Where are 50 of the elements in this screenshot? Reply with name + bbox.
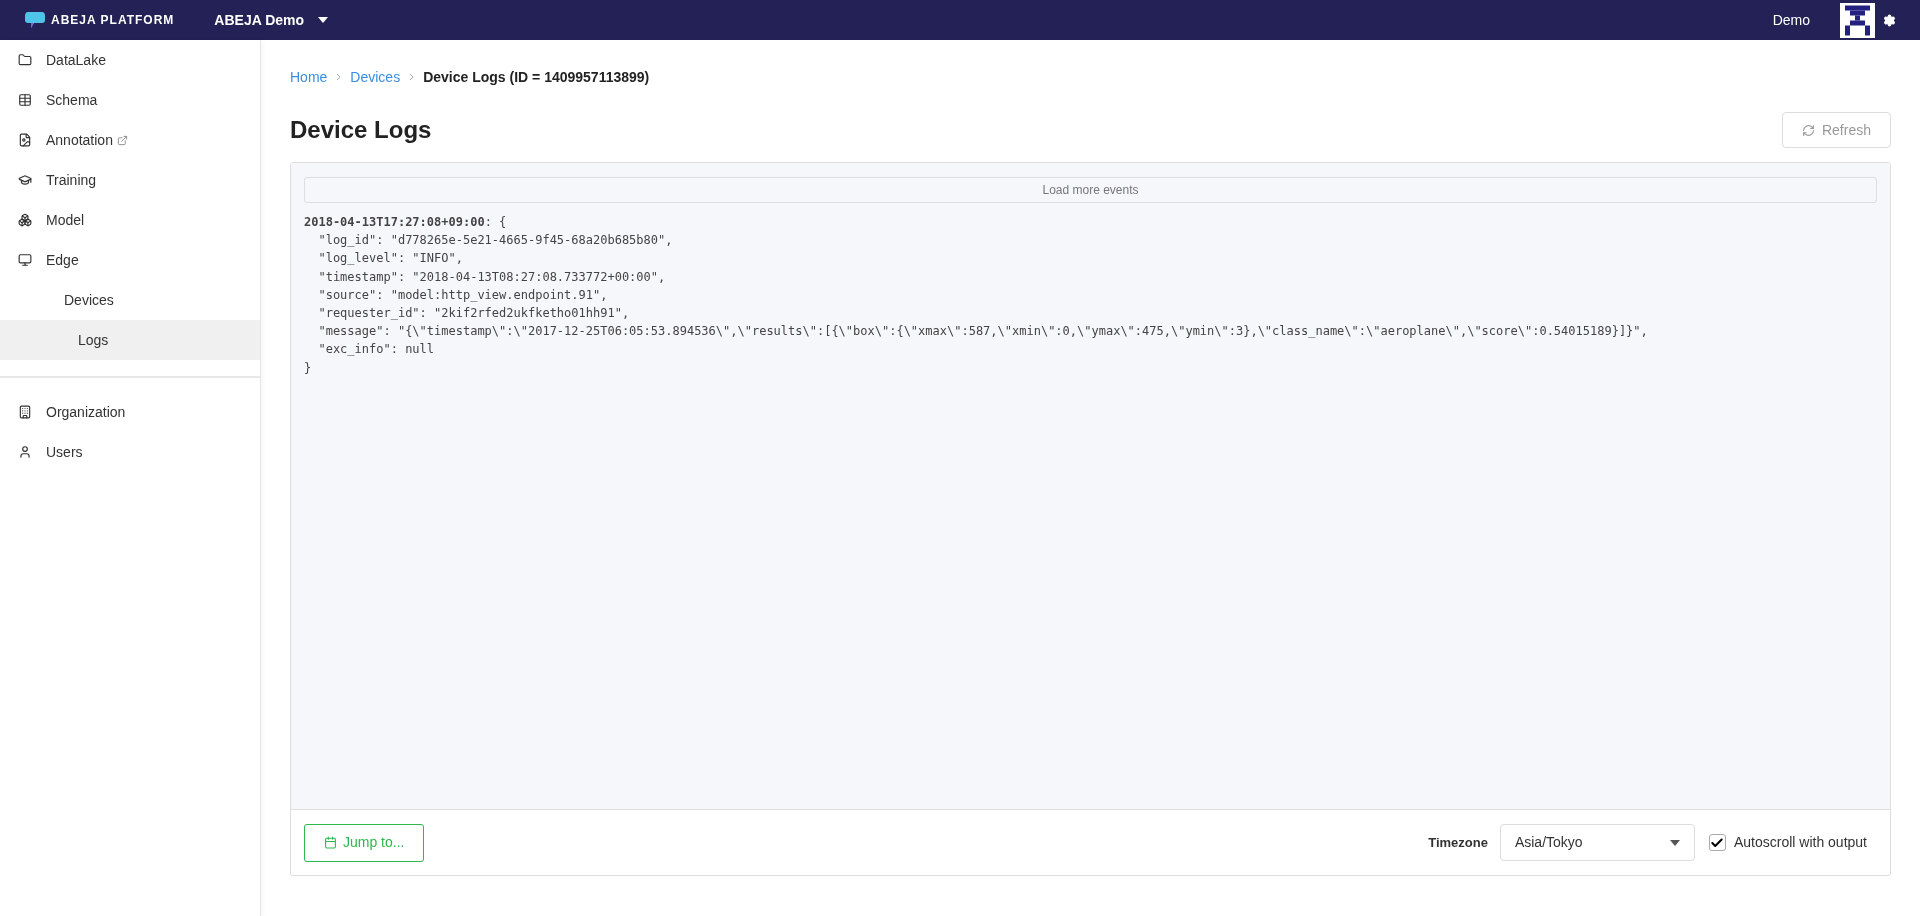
folder-icon <box>18 53 32 67</box>
organization-dropdown[interactable]: ABEJA Demo <box>214 9 329 31</box>
sidebar-item[interactable]: Training <box>0 160 260 200</box>
load-more-button[interactable]: Load more events <box>304 177 1877 203</box>
breadcrumb-link[interactable]: Home <box>290 66 328 88</box>
breadcrumb-link[interactable]: Devices <box>350 66 401 88</box>
timezone-label: Timezone <box>1428 833 1488 852</box>
caret-icon <box>318 17 329 23</box>
boxes-icon <box>18 213 32 227</box>
sidebar-item[interactable]: Logs <box>0 320 260 360</box>
sidebar-item[interactable]: Schema <box>0 80 260 120</box>
log-line: "timestamp": "2018-04-13T08:27:08.733772+00:00", <box>317 268 666 286</box>
calendar-icon <box>324 836 337 849</box>
page-title: Device Logs <box>290 115 432 145</box>
chevron-right-icon <box>409 73 415 81</box>
image-file-icon <box>18 133 32 147</box>
table-icon <box>18 93 32 107</box>
log-line: "requester_id": "2kif2rfed2ukfketho01hh91", <box>317 305 630 322</box>
monitor-icon <box>18 253 32 267</box>
sidebar-item[interactable]: Devices <box>0 280 260 320</box>
log-line: "log_id": "d778265e-5e21-4665-9f45-68a20b685b80", <box>317 232 673 250</box>
sidebar-item[interactable]: Users <box>0 432 260 472</box>
graduation-cap-icon <box>18 173 32 187</box>
log-line: "exc_info": null <box>317 341 435 359</box>
check-icon <box>1710 835 1725 850</box>
sidebar-item[interactable]: Organization <box>0 392 260 432</box>
sidebar-item[interactable]: Edge <box>0 240 260 280</box>
sidebar-item[interactable]: Model <box>0 200 260 240</box>
sidebar-item[interactable]: DataLake <box>0 40 260 80</box>
speech-bubble-logo-icon <box>24 11 46 29</box>
caret-icon <box>1669 839 1680 846</box>
autoscroll-checkbox[interactable] <box>1708 834 1726 851</box>
user-name: Demo <box>1772 10 1810 30</box>
settings-icon[interactable] <box>1883 13 1896 27</box>
log-line: 2018-04-13T17:27:08+09:00: { <box>304 214 507 231</box>
sidebar-item[interactable]: Annotation <box>0 120 260 160</box>
avatar-pattern-icon[interactable] <box>1840 2 1875 38</box>
log-line: "log_level": "INFO", <box>317 250 463 268</box>
timezone-select[interactable]: Asia/Tokyo <box>1499 824 1695 861</box>
autoscroll-label: Autoscroll with output <box>1733 833 1867 852</box>
log-line: "source": "model:http_view.endpoint.91", <box>317 286 608 304</box>
chevron-right-icon <box>336 73 342 81</box>
brand-name: ABEJA PLATFORM <box>51 12 175 29</box>
external-link-icon <box>116 134 128 146</box>
building-icon <box>18 405 32 419</box>
log-line: "message": "{\"timestamp\":\"2017-12-25T06:05:53.894536\",\"results\":[{\"box\":{\"xmax\":587,\"xmin\":0,\"ymax\":475,\"ymin\":3},\"class_name\":\"aeroplane\",\"score\":0.54015189}]}", <box>317 323 1648 341</box>
refresh-icon <box>1801 123 1815 137</box>
user-icon <box>18 445 32 459</box>
breadcrumb-current: Device Logs (ID = 1409957113899) <box>423 67 650 87</box>
log-line: } <box>304 359 312 377</box>
